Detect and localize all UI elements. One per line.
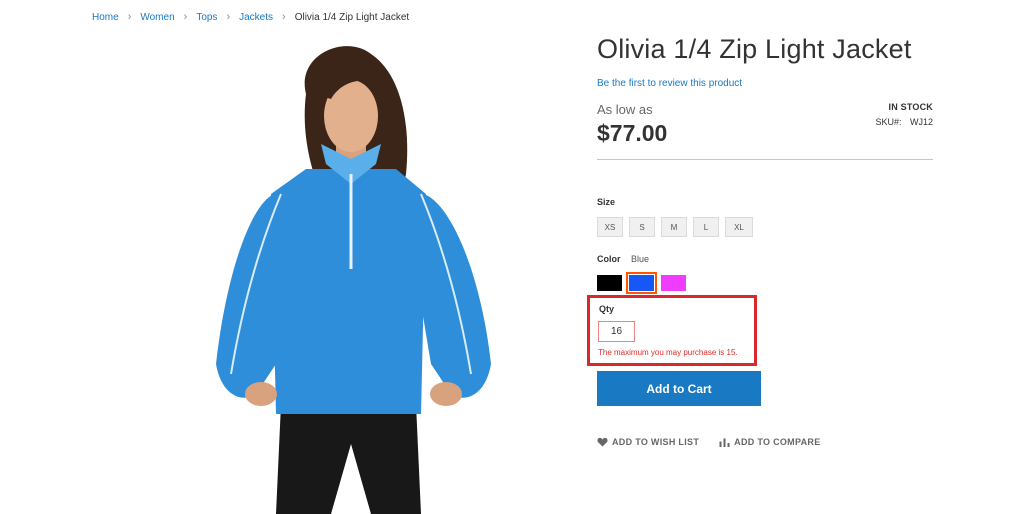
- product-actions: ADD TO WISH LIST ADD TO COMPARE: [597, 437, 821, 447]
- product-info: Olivia 1/4 Zip Light Jacket Be the first…: [597, 34, 933, 294]
- product-title: Olivia 1/4 Zip Light Jacket: [597, 34, 912, 64]
- add-to-wishlist-link[interactable]: ADD TO WISH LIST: [597, 437, 699, 447]
- breadcrumb: Home › Women › Tops › Jackets › Olivia 1…: [92, 11, 409, 23]
- size-options: XS S M L XL: [597, 217, 753, 237]
- heart-icon: [597, 437, 608, 447]
- product-price: $77.00: [597, 120, 668, 146]
- breadcrumb-home[interactable]: Home: [92, 12, 119, 23]
- breadcrumb-current: Olivia 1/4 Zip Light Jacket: [294, 11, 410, 23]
- size-label: Size: [597, 197, 616, 207]
- breadcrumb-separator: ›: [127, 11, 132, 23]
- breadcrumb-jackets[interactable]: Jackets: [239, 12, 273, 23]
- qty-highlight-box: Qty The maximum you may purchase is 15.: [587, 295, 757, 366]
- qty-label: Qty: [599, 304, 615, 314]
- size-option-m[interactable]: M: [661, 217, 687, 237]
- color-swatch-blue[interactable]: [626, 272, 657, 294]
- size-option-xl[interactable]: XL: [725, 217, 753, 237]
- price-prefix: As low as: [597, 102, 653, 117]
- breadcrumb-separator: ›: [282, 11, 286, 23]
- qty-input[interactable]: [598, 321, 635, 342]
- breadcrumb-separator: ›: [226, 11, 231, 23]
- price-block: As low as $77.00 IN STOCK SKU#: WJ12: [597, 102, 933, 160]
- size-selector: Size XS S M L XL: [597, 197, 753, 237]
- compare-icon: [719, 438, 730, 447]
- breadcrumb-tops[interactable]: Tops: [196, 12, 217, 23]
- wishlist-label: ADD TO WISH LIST: [612, 437, 700, 447]
- compare-label: ADD TO COMPARE: [734, 437, 821, 447]
- review-link[interactable]: Be the first to review this product: [597, 78, 742, 89]
- color-selector: Color Blue: [597, 249, 686, 294]
- sku-label: SKU#:: [875, 117, 902, 127]
- add-to-cart-button[interactable]: Add to Cart: [597, 371, 761, 406]
- color-label: Color: [597, 254, 621, 264]
- size-option-l[interactable]: L: [693, 217, 719, 237]
- size-option-xs[interactable]: XS: [597, 217, 623, 237]
- stock-status: IN STOCK: [888, 102, 933, 112]
- breadcrumb-women[interactable]: Women: [140, 12, 174, 23]
- color-swatch-black[interactable]: [597, 275, 622, 291]
- add-to-compare-link[interactable]: ADD TO COMPARE: [719, 437, 820, 447]
- color-selected-value: Blue: [630, 254, 649, 264]
- size-option-s[interactable]: S: [629, 217, 655, 237]
- sku: SKU#: WJ12: [875, 117, 933, 127]
- color-options: [597, 272, 686, 294]
- product-photo: [216, 46, 491, 514]
- sku-value: WJ12: [909, 117, 933, 127]
- qty-error-message: The maximum you may purchase is 15.: [598, 348, 738, 357]
- product-image[interactable]: [196, 34, 506, 514]
- breadcrumb-separator: ›: [183, 11, 188, 23]
- color-swatch-purple[interactable]: [661, 275, 686, 291]
